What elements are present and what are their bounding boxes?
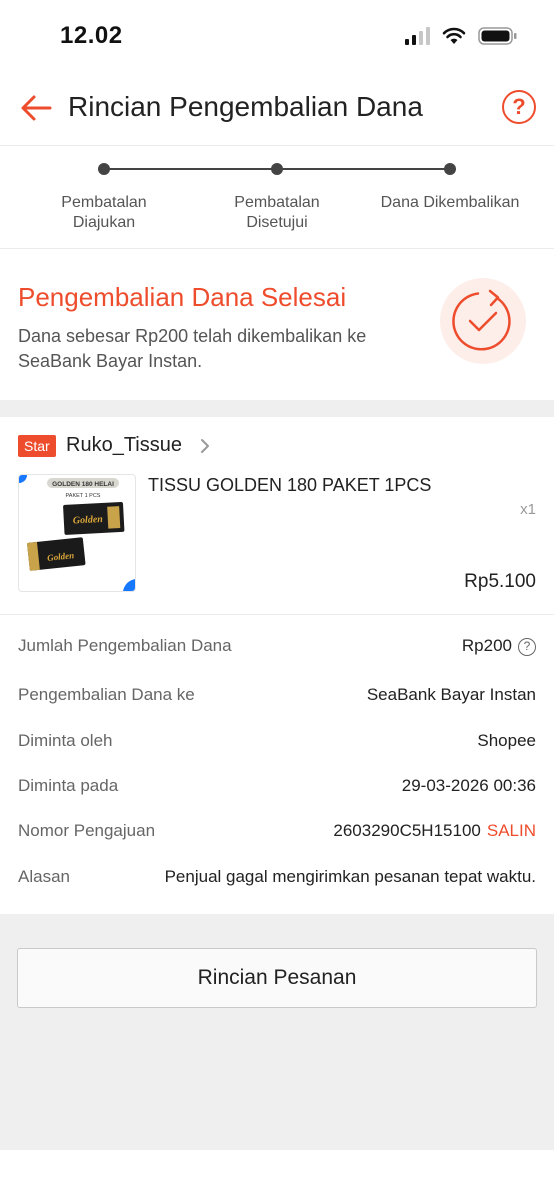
step-label-refunded: Dana Dikembalikan [375, 193, 525, 213]
wifi-icon [442, 27, 466, 44]
detail-label: Diminta pada [18, 776, 119, 795]
product-price: Rp5.100 [464, 571, 536, 592]
step-label-line: Pembatalan [61, 194, 147, 211]
product-image-text: GOLDEN 180 HELAI [52, 481, 114, 488]
refund-amount-value: Rp200 [461, 636, 512, 655]
step-label-line: Disetujui [246, 214, 308, 231]
step-label-line: Pembatalan [234, 194, 320, 211]
back-arrow-icon[interactable] [18, 90, 54, 126]
step-label-line: Diajukan [72, 214, 136, 231]
detail-label: Pengembalian Dana ke [18, 685, 195, 704]
detail-row-reason: Alasan Penjual gagal mengirimkan pesanan… [18, 867, 536, 891]
status-time: 12.02 [60, 22, 123, 49]
shop-product-section[interactable]: Star Ruko_Tissue GOLDEN 180 HELAI PAKET … [0, 417, 554, 615]
refund-details: Jumlah Pengembalian Dana Rp200? Pengemba… [0, 616, 554, 914]
bottom-area: Rincian Pesanan [0, 914, 554, 1150]
detail-label: Nomor Pengajuan [18, 821, 156, 840]
info-question-icon[interactable]: ? [518, 638, 536, 656]
detail-label: Alasan [18, 867, 70, 886]
star-seller-badge: Star [18, 435, 56, 457]
order-details-button[interactable]: Rincian Pesanan [17, 948, 537, 1008]
refund-complete-icon [440, 278, 526, 364]
detail-row-refund-to: Pengembalian Dana ke SeaBank Bayar Insta… [18, 685, 536, 709]
product-image-text: PAKET 1 PCS [66, 493, 101, 499]
copy-button[interactable]: SALIN [487, 821, 536, 840]
detail-value: Rp200? [462, 636, 536, 656]
detail-value: SeaBank Bayar Instan [366, 685, 536, 704]
status-bar: 12.02 [0, 0, 554, 74]
refund-progress-tracker: Pembatalan Diajukan Pembatalan Disetujui… [0, 147, 554, 249]
detail-value: Penjual gagal mengirimkan pesanan tepat … [164, 867, 536, 886]
product-name[interactable]: TISSU GOLDEN 180 PAKET 1PCS [148, 475, 431, 496]
detail-row-requested-by: Diminta oleh Shopee [18, 731, 536, 755]
product-quantity: x1 [520, 501, 536, 518]
cellular-signal-icon [405, 27, 430, 45]
step-label-approved: Pembatalan Disetujui [202, 193, 352, 233]
detail-row-request-number: Nomor Pengajuan 2603290C5H15100 SALIN [18, 821, 536, 845]
chevron-right-icon[interactable] [198, 436, 212, 456]
section-divider [0, 400, 554, 417]
product-image-text: Golden [73, 514, 104, 527]
detail-label: Diminta oleh [18, 731, 113, 750]
shop-name[interactable]: Ruko_Tissue [66, 434, 182, 457]
progress-dot-2 [271, 163, 283, 175]
result-title: Pengembalian Dana Selesai [18, 282, 347, 312]
help-icon[interactable]: ? [502, 90, 536, 124]
detail-value: 2603290C5H15100 SALIN [333, 821, 536, 841]
request-number-value: 2603290C5H15100 [333, 821, 481, 840]
status-icons [405, 26, 518, 46]
progress-dot-3 [444, 163, 456, 175]
refund-result-section: Pengembalian Dana Selesai Dana sebesar R… [0, 250, 554, 400]
home-indicator-area [0, 1150, 554, 1199]
step-label-line: Dana Dikembalikan [380, 194, 520, 211]
battery-icon [478, 27, 517, 45]
product-image[interactable]: GOLDEN 180 HELAI PAKET 1 PCS Golden Gold… [18, 474, 136, 592]
result-description: Dana sebesar Rp200 telah dikembalikan ke… [18, 326, 367, 371]
detail-row-requested-at: Diminta pada 29-03-2026 00:36 [18, 776, 536, 800]
step-label-submitted: Pembatalan Diajukan [29, 193, 179, 233]
detail-value: 29-03-2026 00:36 [401, 776, 536, 795]
detail-value: Shopee [477, 731, 536, 750]
progress-dot-1 [98, 163, 110, 175]
detail-label: Jumlah Pengembalian Dana [18, 636, 232, 655]
detail-row-refund-amount: Jumlah Pengembalian Dana Rp200? [18, 636, 536, 660]
page-title: Rincian Pengembalian Dana [68, 91, 423, 122]
app-header: Rincian Pengembalian Dana ? [0, 74, 554, 146]
